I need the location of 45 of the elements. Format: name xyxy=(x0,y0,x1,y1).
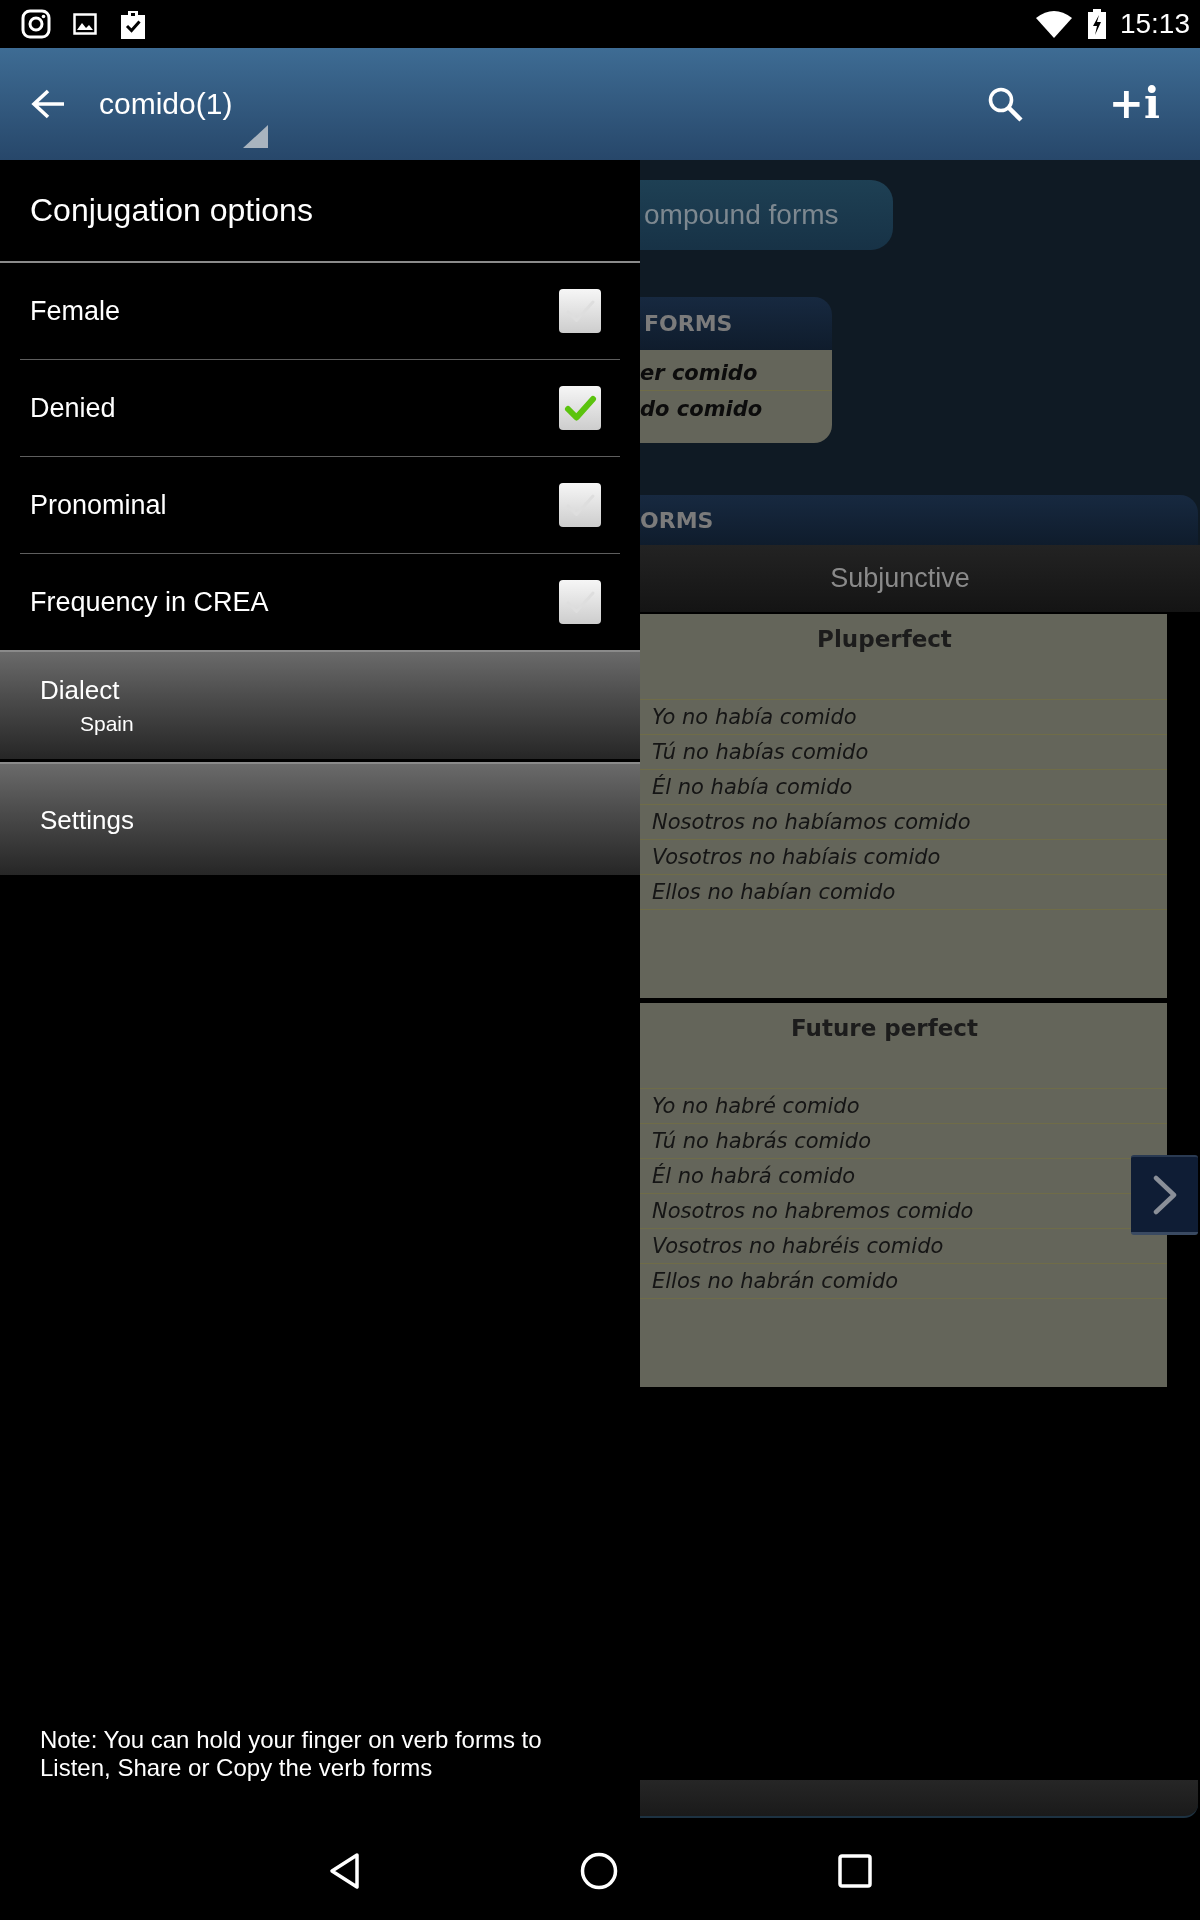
chevron-right-icon xyxy=(1152,1174,1177,1215)
menu-value: Spain xyxy=(79,711,135,737)
nav-back-icon[interactable] xyxy=(328,1852,360,1890)
option-label: Female xyxy=(30,295,121,327)
nav-home-icon[interactable] xyxy=(580,1852,618,1890)
verb-form: Ellos no habían comido xyxy=(640,875,1167,910)
wifi-icon xyxy=(1035,10,1072,38)
nav-recents-icon[interactable] xyxy=(838,1854,872,1888)
tense-title: Pluperfect xyxy=(640,614,1167,700)
checkbox[interactable] xyxy=(558,288,602,334)
search-icon[interactable] xyxy=(986,86,1023,122)
option-label: Frequency in CREA xyxy=(30,586,269,618)
checkbox[interactable] xyxy=(558,385,602,431)
back-icon[interactable] xyxy=(30,88,66,120)
next-button[interactable] xyxy=(1131,1155,1198,1235)
verb-form: Vosotros no habíais comido xyxy=(640,840,1167,875)
tense-title: Future perfect xyxy=(640,1003,1167,1089)
option-label: Denied xyxy=(30,392,116,424)
camera-icon xyxy=(21,9,51,39)
forms-header: FORMS xyxy=(640,297,832,350)
dropdown-corner-icon xyxy=(243,125,269,148)
clock-time: 15:13 xyxy=(1119,8,1190,40)
verb-form: er comido xyxy=(640,356,832,391)
image-icon xyxy=(73,13,97,35)
battery-icon xyxy=(1087,9,1106,39)
menu-label: Settings xyxy=(40,803,135,836)
verb-form: Tú no habías comido xyxy=(640,735,1167,770)
verb-dropdown[interactable]: comido(1) xyxy=(99,48,269,160)
verb-form: Nosotros no habíamos comido xyxy=(640,805,1167,840)
add-info-button[interactable]: +i xyxy=(1108,82,1160,126)
verb-form: Yo no habré comido xyxy=(640,1089,1167,1124)
verb-form: Ellos no habrán comido xyxy=(640,1264,1167,1299)
verb-form: do comido xyxy=(640,395,764,423)
note-text: Note: You can hold your finger on verb forms to Listen, Share or Copy the verb forms xyxy=(39,1726,543,1783)
verb-form: Él no había comido xyxy=(640,770,1167,805)
clipboard-check-icon xyxy=(119,9,147,39)
menu-item[interactable]: Settings xyxy=(0,762,640,875)
menu-item[interactable]: Dialect Spain xyxy=(0,650,640,759)
section-header: ORMS xyxy=(640,495,1198,545)
verb-form: Yo no había comido xyxy=(640,700,1167,735)
checkbox[interactable] xyxy=(558,482,602,528)
option-label: Pronominal xyxy=(30,489,167,521)
mood-tab[interactable]: Subjunctive xyxy=(640,545,1200,612)
menu-label: Dialect xyxy=(40,674,121,706)
checkbox[interactable] xyxy=(558,579,602,625)
